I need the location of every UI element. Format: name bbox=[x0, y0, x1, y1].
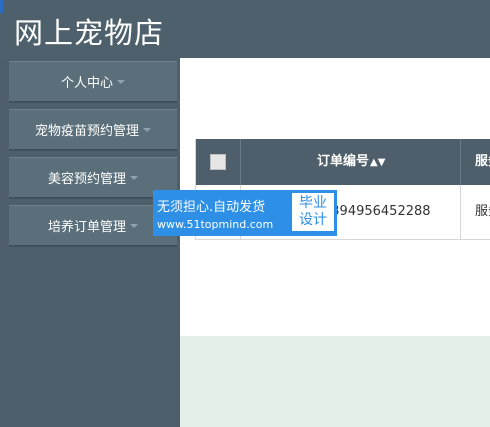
column-header-label: 订单编号 bbox=[317, 154, 370, 169]
chevron-down-icon bbox=[143, 127, 151, 132]
sidebar-item-label: 美容预约管理 bbox=[47, 172, 126, 187]
app-header: 网上宠物店 bbox=[0, 0, 490, 58]
sidebar: 个人中心 宠物疫苗预约管理 美容预约管理 培养订单管理 bbox=[0, 58, 180, 427]
watermark-url: www.51topmind.com bbox=[157, 218, 274, 231]
chevron-down-icon bbox=[117, 79, 125, 84]
column-header-label: 服务 bbox=[475, 154, 490, 169]
order-number-value: 1394956452288 bbox=[323, 204, 431, 219]
sidebar-item-label: 培养订单管理 bbox=[47, 220, 126, 235]
accent-bar bbox=[0, 0, 3, 13]
watermark-slogan: 无须担心.自动发货 bbox=[157, 200, 266, 215]
service-header[interactable]: 服务 bbox=[460, 139, 490, 185]
sidebar-item-personal-center[interactable]: 个人中心 bbox=[9, 61, 177, 103]
promo-watermark[interactable]: 无须担心.自动发货 www.51topmind.com 毕业 设计 bbox=[153, 190, 337, 236]
service-cell: 服务 bbox=[460, 185, 490, 239]
select-all-checkbox[interactable] bbox=[210, 154, 226, 170]
sidebar-item-grooming-appointments[interactable]: 美容预约管理 bbox=[9, 157, 177, 199]
badge-line: 设计 bbox=[299, 212, 327, 228]
watermark-badge: 毕业 设计 bbox=[291, 192, 335, 232]
sidebar-item-vaccine-appointments[interactable]: 宠物疫苗预约管理 bbox=[9, 109, 177, 151]
sidebar-item-training-orders[interactable]: 培养订单管理 bbox=[9, 205, 177, 247]
header-checkbox-cell bbox=[196, 139, 240, 185]
sidebar-item-label: 宠物疫苗预约管理 bbox=[34, 124, 139, 139]
order-number-header[interactable]: 订单编号▲▼ bbox=[240, 139, 460, 185]
chevron-down-icon bbox=[130, 175, 138, 180]
table-header-row: 订单编号▲▼ 服务 bbox=[196, 139, 490, 185]
badge-line: 毕业 bbox=[299, 195, 327, 211]
sidebar-item-label: 个人中心 bbox=[60, 76, 113, 91]
sort-icon: ▲▼ bbox=[370, 157, 386, 168]
site-title: 网上宠物店 bbox=[14, 16, 165, 50]
service-value: 服务 bbox=[475, 204, 490, 219]
chevron-down-icon bbox=[130, 223, 138, 228]
